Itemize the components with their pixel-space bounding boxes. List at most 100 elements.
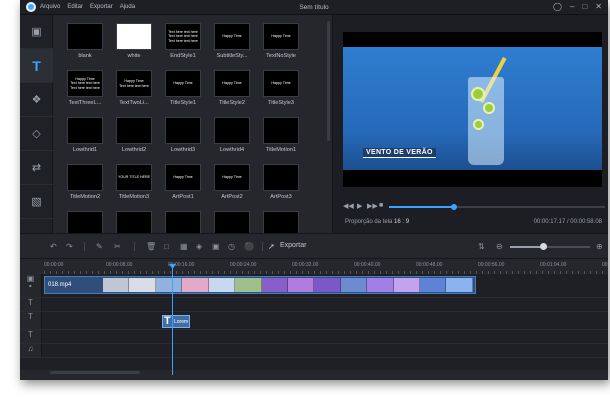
library-tile[interactable]: Text here text here Text here text here Te… [159, 23, 207, 59]
clip-thumbnails [103, 278, 473, 292]
library-tile[interactable] [159, 211, 207, 233]
library-tile[interactable]: Happy Time ArtPost2 [208, 164, 256, 200]
maximize-icon[interactable]: □ [582, 2, 587, 11]
timeline-ruler[interactable]: 00:00:00 00:00:08.00 00:00:16.00 00:00:24.0… [20, 259, 608, 274]
thumbnail-text: Text here text here [168, 38, 198, 43]
tile-thumbnail: YOUR TITLE HERE [116, 164, 152, 191]
overlays-icon[interactable]: ◇ [20, 117, 53, 151]
library-tile[interactable]: blank [61, 23, 109, 59]
clip-frame [208, 278, 236, 292]
tile-label: TextThreeL... [68, 100, 102, 106]
tile-label: TextTwoLi... [119, 100, 149, 106]
library-tile[interactable]: Lowthrid1 [61, 117, 109, 153]
crop-icon[interactable]: □ [164, 242, 169, 251]
account-icon[interactable]: ◯ [553, 2, 562, 11]
library-tile[interactable]: Happy Time TitleStyle3 [257, 70, 305, 106]
video-track-header: ▣ ■ [20, 274, 42, 297]
clip-frame [103, 278, 130, 292]
aspect-ratio-label: Proporção da tela [345, 219, 393, 225]
library-tile[interactable]: YOUR TITLE HERE TitleMotion3 [110, 164, 158, 200]
ruler-tick-label: 00:01:12.00 [602, 262, 608, 268]
tile-thumbnail [214, 117, 250, 144]
zoom-out-icon[interactable]: ⊖ [496, 242, 503, 251]
video-track: ▣ ■ 018.mp4 [20, 274, 608, 298]
thumbnail-text: Happy Time [222, 34, 242, 39]
clip-frame [129, 278, 156, 292]
duration-icon[interactable]: ◷ [228, 242, 235, 251]
library-tile[interactable]: Happy Time TitleStyle2 [208, 70, 256, 106]
tile-label: Lowthrid4 [219, 147, 245, 153]
filters-icon[interactable]: ❖ [20, 83, 53, 117]
stop-icon[interactable]: ■ [379, 202, 383, 209]
cut-icon[interactable]: ✂ [114, 242, 121, 251]
library-tile[interactable]: Lowthrid4 [208, 117, 256, 153]
edit-icon[interactable]: ✎ [96, 242, 103, 251]
playhead[interactable] [172, 265, 173, 375]
thumbnail-text: Happy Time [173, 81, 193, 86]
voiceover-icon[interactable]: ⚫ [244, 242, 254, 251]
tile-label: blank [78, 53, 92, 59]
library-tile[interactable] [61, 211, 109, 233]
transitions-icon[interactable]: ⇄ [20, 151, 53, 185]
speed-icon[interactable]: ◈ [196, 242, 202, 251]
library-tile[interactable]: Happy Time TitleStyle1 [159, 70, 207, 106]
library-tile[interactable]: TitleMotion1 [257, 117, 305, 153]
library-tile[interactable]: TitleMotion2 [61, 164, 109, 200]
ruler-tick-label: 00:00:48.00 [416, 262, 443, 268]
text-clip-icon: T [164, 315, 171, 327]
library-tile[interactable] [110, 211, 158, 233]
media-icon[interactable]: ▣ [20, 15, 53, 49]
video-preview: VENTO DE VERÃO [343, 32, 602, 187]
undo-icon[interactable]: ↶ [50, 242, 57, 251]
crop-zoom-icon[interactable]: ▣ [212, 242, 220, 251]
divider [134, 242, 135, 251]
next-frame-icon[interactable]: ▶▶ [367, 202, 378, 210]
zoom-slider[interactable] [510, 243, 590, 250]
mute-icon[interactable]: ⇅ [478, 242, 485, 251]
library-tile[interactable]: Happy Time ArtPost1 [159, 164, 207, 200]
progress-knob[interactable] [450, 204, 457, 210]
clip-frame [367, 278, 394, 292]
library-tile[interactable]: Happy Time SubtitleSty... [208, 23, 256, 59]
text-clip-label: Lorem [174, 319, 189, 325]
tile-label: TitleStyle3 [268, 100, 294, 106]
library-tile[interactable]: ArtPost3 [257, 164, 305, 200]
library-tile[interactable]: Happy Time Text here text here Text here t… [61, 70, 109, 106]
library-tile[interactable]: Happy Time Text here text here TextTwoLi..… [110, 70, 158, 106]
ruler-tick-label: 00:00:00 [44, 262, 64, 268]
delete-icon[interactable]: 🗑 [146, 242, 156, 251]
redo-icon[interactable]: ↷ [66, 242, 73, 251]
tile-thumbnail: Text here text here Text here text here Te… [165, 23, 201, 50]
library-tile[interactable]: white [110, 23, 158, 59]
aspect-ratio[interactable]: Proporção da tela 16 : 9 [345, 219, 409, 225]
library-tile[interactable] [257, 211, 305, 233]
clip-frame [155, 278, 183, 292]
prev-frame-icon[interactable]: ◀◀ [343, 202, 354, 210]
library-tile[interactable]: Lowthrid2 [110, 117, 158, 153]
zoom-knob[interactable] [540, 243, 547, 250]
video-clip[interactable]: 018.mp4 [44, 276, 476, 294]
divider [262, 242, 263, 251]
text-clip[interactable]: T Lorem [162, 315, 190, 328]
text-icon[interactable]: T [20, 49, 53, 83]
mosaic-icon[interactable]: ▦ [180, 242, 188, 251]
tile-label: white [127, 53, 141, 59]
timeline-scrollbar[interactable] [50, 371, 140, 374]
minimize-icon[interactable]: – [570, 2, 574, 11]
overlay-title: VENTO DE VERÃO [363, 148, 436, 158]
zoom-fill [510, 246, 542, 248]
close-icon[interactable]: ✕ [595, 2, 602, 11]
export-button[interactable]: Exportar [280, 242, 306, 249]
library-tile[interactable]: Lowthrid3 [159, 117, 207, 153]
elements-icon[interactable]: ▧ [20, 185, 53, 219]
play-icon[interactable]: ▶ [357, 202, 362, 210]
tile-thumbnail [116, 211, 152, 233]
zoom-in-icon[interactable]: ⊕ [596, 242, 603, 251]
library-scrollbar[interactable] [327, 21, 330, 141]
tile-thumbnail: Happy Time [214, 164, 250, 191]
export-icon[interactable]: ➚ [268, 242, 275, 251]
text-track-3: T [20, 330, 608, 344]
progress-track[interactable] [389, 204, 605, 210]
library-tile[interactable]: Happy Time TextNoStyle [257, 23, 305, 59]
library-tile[interactable] [208, 211, 256, 233]
